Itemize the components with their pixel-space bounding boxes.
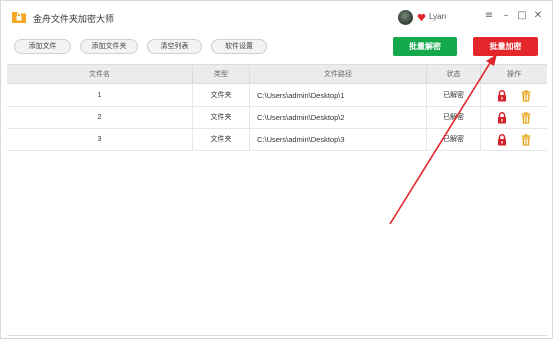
header-status: 状态 (427, 65, 481, 84)
add-file-button[interactable]: 添加文件 (14, 39, 71, 54)
header-actions: 操作 (507, 71, 521, 78)
trash-icon[interactable] (521, 112, 531, 124)
close-button[interactable]: ✕ (531, 9, 545, 23)
folder-lock-icon (12, 12, 26, 23)
trash-icon[interactable] (521, 134, 531, 146)
lock-icon[interactable] (497, 112, 507, 124)
add-folder-button[interactable]: 添加文件夹 (80, 39, 138, 54)
batch-decrypt-button[interactable]: 批量解密 (393, 37, 457, 56)
cell-path: C:\Users\admin\Desktop\1 (250, 85, 427, 106)
cell-filename: 2 (7, 107, 193, 128)
settings-button[interactable]: 软件设置 (211, 39, 267, 54)
maximize-button[interactable]: □ (515, 9, 529, 23)
minimize-button[interactable]: – (499, 9, 513, 23)
table-header: 文件名 类型 文件路径 状态 操作 (7, 64, 547, 84)
cell-actions (481, 85, 547, 106)
trash-icon[interactable] (521, 90, 531, 102)
cell-status: 已解密 (427, 107, 481, 128)
title-bar: 金舟文件夹加密大师 Lyan ≡ – □ ✕ (1, 1, 552, 33)
cell-filename: 1 (7, 85, 193, 106)
table-row[interactable]: 3 文件夹 C:\Users\admin\Desktop\3 已解密 (7, 129, 547, 151)
cell-actions (481, 129, 547, 150)
list-bottom-border (7, 335, 547, 336)
app-title: 金舟文件夹加密大师 (33, 14, 115, 24)
table-row[interactable]: 1 文件夹 C:\Users\admin\Desktop\1 已解密 (7, 85, 547, 107)
header-type: 类型 (193, 65, 250, 84)
menu-button[interactable]: ≡ (482, 9, 496, 23)
lock-icon[interactable] (497, 134, 507, 146)
table-row[interactable]: 2 文件夹 C:\Users\admin\Desktop\2 已解密 (7, 107, 547, 129)
cell-filename: 3 (7, 129, 193, 150)
toolbar: 添加文件 添加文件夹 清空列表 软件设置 批量解密 批量加密 (1, 33, 552, 63)
cell-type: 文件夹 (193, 129, 250, 150)
vip-heart-icon (417, 13, 426, 22)
user-name[interactable]: Lyan (429, 12, 446, 21)
batch-encrypt-button[interactable]: 批量加密 (473, 37, 538, 56)
cell-type: 文件夹 (193, 85, 250, 106)
user-avatar[interactable] (398, 10, 413, 25)
header-filename: 文件名 (7, 65, 193, 84)
cell-status: 已解密 (427, 129, 481, 150)
cell-type: 文件夹 (193, 107, 250, 128)
cell-path: C:\Users\admin\Desktop\2 (250, 107, 427, 128)
cell-status: 已解密 (427, 85, 481, 106)
clear-list-button[interactable]: 清空列表 (147, 39, 202, 54)
cell-path: C:\Users\admin\Desktop\3 (250, 129, 427, 150)
header-path: 文件路径 (250, 65, 427, 84)
lock-icon[interactable] (497, 90, 507, 102)
cell-actions (481, 107, 547, 128)
app-window: 金舟文件夹加密大师 Lyan ≡ – □ ✕ 添加文件 添加文件夹 清空列表 软… (0, 0, 553, 339)
